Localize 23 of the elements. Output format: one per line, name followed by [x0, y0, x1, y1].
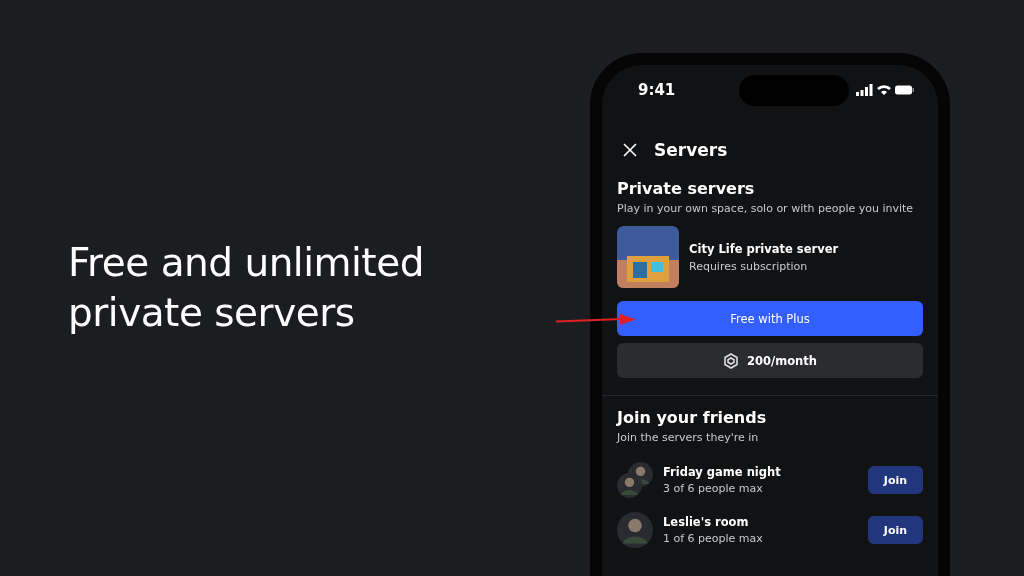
price-button[interactable]: 200/month: [617, 343, 923, 378]
section-subtitle: Join the servers they're in: [617, 431, 760, 444]
friend-server-name: Friday game night: [663, 465, 781, 479]
server-name: City Life private server: [689, 241, 839, 256]
friend-server-name: Leslie's room: [663, 515, 750, 529]
section-title: Join your friends: [617, 408, 768, 427]
join-button[interactable]: Join: [868, 466, 923, 494]
section-title: Private servers: [617, 179, 756, 198]
currency-icon: [723, 352, 739, 369]
status-icons: [856, 84, 914, 96]
game-thumbnail: [617, 226, 679, 288]
close-icon[interactable]: [622, 142, 638, 158]
status-time: 9:41: [638, 81, 677, 99]
people-count: 1 of 6 people max: [663, 532, 763, 545]
server-note: Requires subscription: [689, 259, 809, 273]
avatar-icon: [617, 512, 653, 548]
avatar-icon: [617, 473, 642, 498]
headline: Free and unlimited private servers: [68, 239, 425, 337]
join-button[interactable]: Join: [868, 516, 923, 544]
section-subtitle: Play in your own space, solo or with people you invite: [617, 202, 915, 215]
screen-title: Servers: [654, 140, 728, 160]
people-count: 3 of 6 people max: [663, 482, 764, 495]
free-with-plus-button[interactable]: Free with Plus: [617, 301, 923, 336]
